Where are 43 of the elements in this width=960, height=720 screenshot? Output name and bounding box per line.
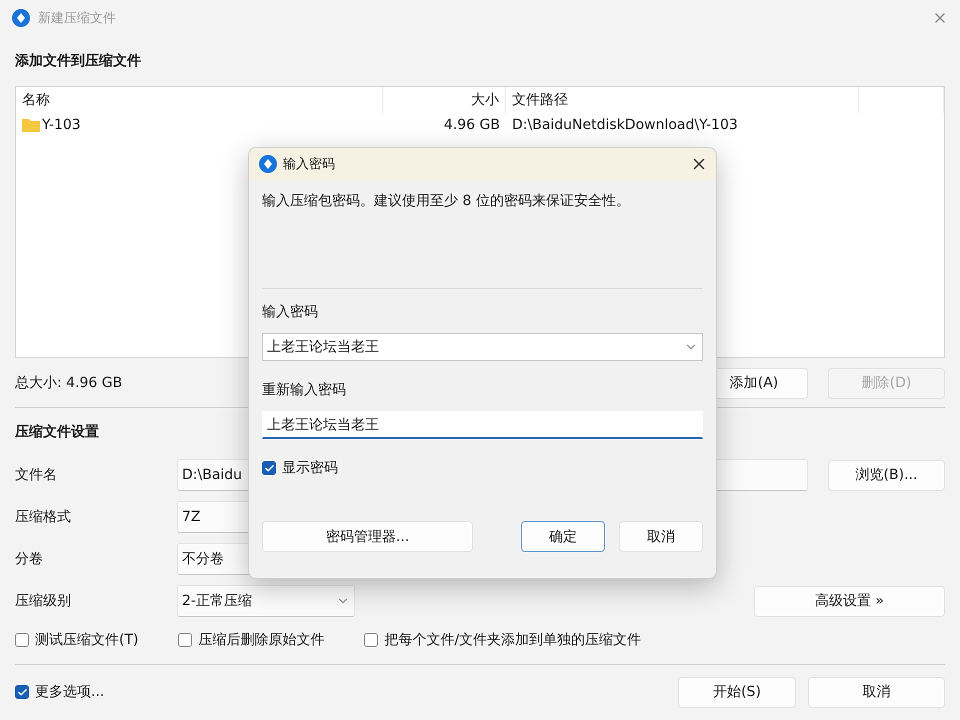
field-label: 重新输入密码 (262, 381, 347, 400)
dialog-description: 输入压缩包密码。建议使用至少 8 位的密码来保证安全性。 (262, 192, 631, 211)
dropdown[interactable]: 2-正常压缩 (177, 585, 355, 617)
checkbox[interactable] (262, 461, 276, 475)
checkbox[interactable] (15, 633, 29, 647)
field-label: 分卷 (15, 550, 44, 568)
checkbox-label: 压缩后删除原始文件 (198, 631, 324, 649)
checkbox-label: 测试压缩文件(T) (35, 631, 138, 649)
browse-button[interactable]: 浏览(B)... (828, 460, 945, 490)
checkmark-icon (16, 686, 28, 698)
field-label: 文件名 (15, 466, 58, 484)
checkmark-icon (264, 462, 274, 474)
checkbox[interactable] (15, 685, 29, 699)
column-header[interactable]: 大小 (383, 87, 506, 113)
folder-icon (22, 118, 40, 132)
cancel-button[interactable]: 取消 (808, 676, 945, 708)
checkbox-label: 更多选项... (35, 683, 104, 701)
start-button[interactable]: 开始(S) (678, 676, 796, 708)
field-label: 压缩级别 (15, 592, 72, 610)
window-title: 新建压缩文件 (38, 10, 117, 27)
password-combo-field[interactable]: 上老王论坛当老王 (262, 333, 703, 361)
password-input-field[interactable]: 上老王论坛当老王 (262, 411, 703, 439)
file-name: Y-103 (42, 117, 81, 133)
total-size: 总大小: 4.96 GB (15, 374, 122, 392)
section-heading: 压缩文件设置 (15, 423, 99, 442)
app-logo-icon (12, 9, 30, 27)
checkbox-label: 把每个文件/文件夹添加到单独的压缩文件 (384, 631, 642, 649)
checkbox[interactable] (364, 633, 378, 647)
column-header[interactable]: 文件路径 (506, 87, 859, 113)
cancel-button[interactable]: 取消 (618, 521, 703, 552)
column-header[interactable]: 名称 (16, 87, 383, 113)
section-heading: 添加文件到压缩文件 (15, 52, 141, 71)
checkbox-label: 显示密码 (282, 459, 338, 477)
ok-button[interactable]: 确定 (520, 521, 605, 552)
field-label: 压缩格式 (15, 508, 72, 526)
advanced-settings-button[interactable]: 高级设置 » (754, 586, 945, 616)
dialog-title: 输入密码 (283, 156, 336, 173)
file-path: D:\BaiduNetdiskDownload\Y-103 (512, 117, 738, 133)
password-manager-button[interactable]: 密码管理器... (262, 521, 474, 552)
checkbox[interactable] (178, 633, 192, 647)
app-logo-icon (259, 155, 277, 173)
field-label: 输入密码 (262, 303, 319, 322)
file-size: 4.96 GB (444, 117, 500, 133)
